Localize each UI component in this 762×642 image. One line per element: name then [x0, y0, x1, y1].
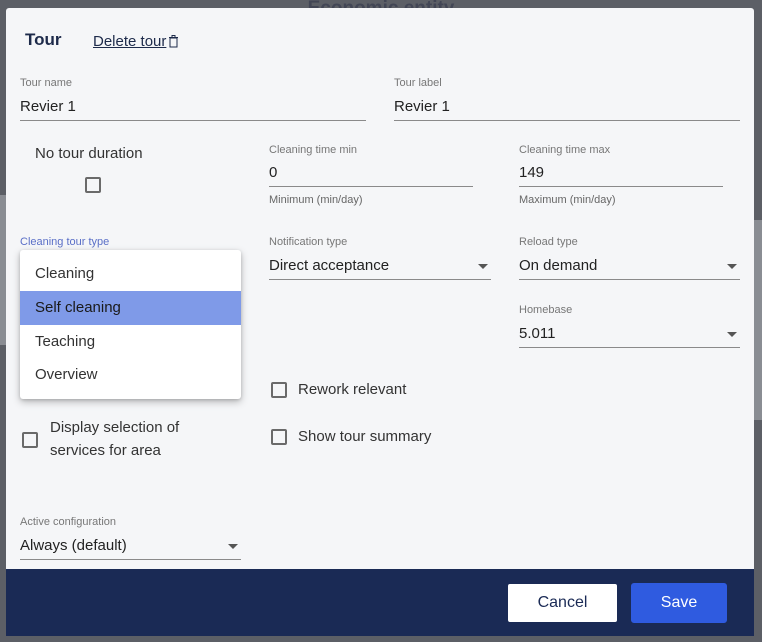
- cleaning-time-min-field[interactable]: Cleaning time min 0: [269, 144, 473, 187]
- active-configuration-underline: [20, 559, 241, 560]
- display-selection-label-line2: services for area: [50, 442, 161, 459]
- active-configuration-select[interactable]: Active configuration Always (default): [20, 516, 241, 560]
- tour-label-underline: [394, 120, 740, 121]
- menu-item-teaching[interactable]: Teaching: [20, 325, 241, 359]
- save-button[interactable]: Save: [631, 583, 727, 623]
- tour-label-label: Tour label: [394, 77, 442, 89]
- cancel-button[interactable]: Cancel: [507, 583, 618, 623]
- delete-tour-label: Delete tour: [93, 33, 167, 50]
- menu-item-self-cleaning[interactable]: Self cleaning: [20, 291, 241, 325]
- homebase-underline: [519, 347, 740, 348]
- notification-type-label: Notification type: [269, 236, 348, 248]
- cleaning-time-min-underline: [269, 186, 473, 187]
- notification-type-underline: [269, 279, 491, 280]
- notification-type-select[interactable]: Notification type Direct acceptance: [269, 236, 491, 280]
- tour-name-label: Tour name: [20, 77, 72, 89]
- dialog-footer: Cancel Save: [6, 569, 754, 636]
- active-configuration-label: Active configuration: [20, 516, 116, 528]
- cleaning-time-max-help: Maximum (min/day): [519, 194, 616, 206]
- tour-name-value: Revier 1: [20, 98, 76, 115]
- tour-label-value: Revier 1: [394, 98, 450, 115]
- rework-relevant-checkbox[interactable]: [271, 382, 287, 398]
- show-tour-summary-checkbox[interactable]: [271, 429, 287, 445]
- menu-item-cleaning[interactable]: Cleaning: [20, 257, 241, 291]
- cleaning-time-max-label: Cleaning time max: [519, 144, 611, 156]
- cleaning-time-max-value: 149: [519, 164, 545, 181]
- homebase-label: Homebase: [519, 304, 573, 316]
- cleaning-tour-type-menu: Cleaning Self cleaning Teaching Overview: [20, 250, 241, 399]
- reload-type-label: Reload type: [519, 236, 578, 248]
- notification-type-value: Direct acceptance: [269, 257, 390, 274]
- chevron-down-icon: [478, 264, 488, 269]
- cleaning-time-min-label: Cleaning time min: [269, 144, 358, 156]
- backdrop-fragment-right: [754, 220, 762, 420]
- reload-type-select[interactable]: Reload type On demand: [519, 236, 740, 280]
- no-tour-duration-label: No tour duration: [35, 145, 143, 162]
- tour-name-field[interactable]: Tour name Revier 1: [20, 77, 366, 121]
- homebase-value: 5.011: [519, 325, 556, 342]
- dialog-title: Tour: [25, 30, 62, 49]
- tour-label-field[interactable]: Tour label Revier 1: [394, 77, 740, 121]
- tour-dialog: Tour Delete tour Tour name Revier 1 Tour…: [6, 8, 754, 636]
- cleaning-time-min-help: Minimum (min/day): [269, 194, 363, 206]
- reload-type-value: On demand: [519, 257, 598, 274]
- chevron-down-icon: [727, 332, 737, 337]
- tour-name-underline: [20, 120, 366, 121]
- homebase-select[interactable]: Homebase 5.011: [519, 304, 740, 348]
- display-selection-label-line1: Display selection of: [50, 419, 180, 436]
- cleaning-time-max-underline: [519, 186, 723, 187]
- display-selection-checkbox[interactable]: [22, 432, 38, 448]
- trash-icon: [168, 35, 179, 48]
- menu-item-overview[interactable]: Overview: [20, 359, 241, 391]
- rework-relevant-label: Rework relevant: [298, 381, 407, 398]
- reload-type-underline: [519, 279, 740, 280]
- show-tour-summary-label: Show tour summary: [298, 428, 432, 445]
- active-configuration-value: Always (default): [20, 537, 127, 554]
- display-selection-label: Display selection of services for area: [50, 416, 179, 462]
- cleaning-tour-type-label: Cleaning tour type: [20, 236, 110, 248]
- chevron-down-icon: [727, 264, 737, 269]
- chevron-down-icon: [228, 544, 238, 549]
- cleaning-time-max-field[interactable]: Cleaning time max 149: [519, 144, 723, 187]
- delete-tour-link[interactable]: Delete tour: [93, 33, 179, 50]
- no-tour-duration-checkbox[interactable]: [85, 177, 101, 193]
- cleaning-time-min-value: 0: [269, 164, 278, 181]
